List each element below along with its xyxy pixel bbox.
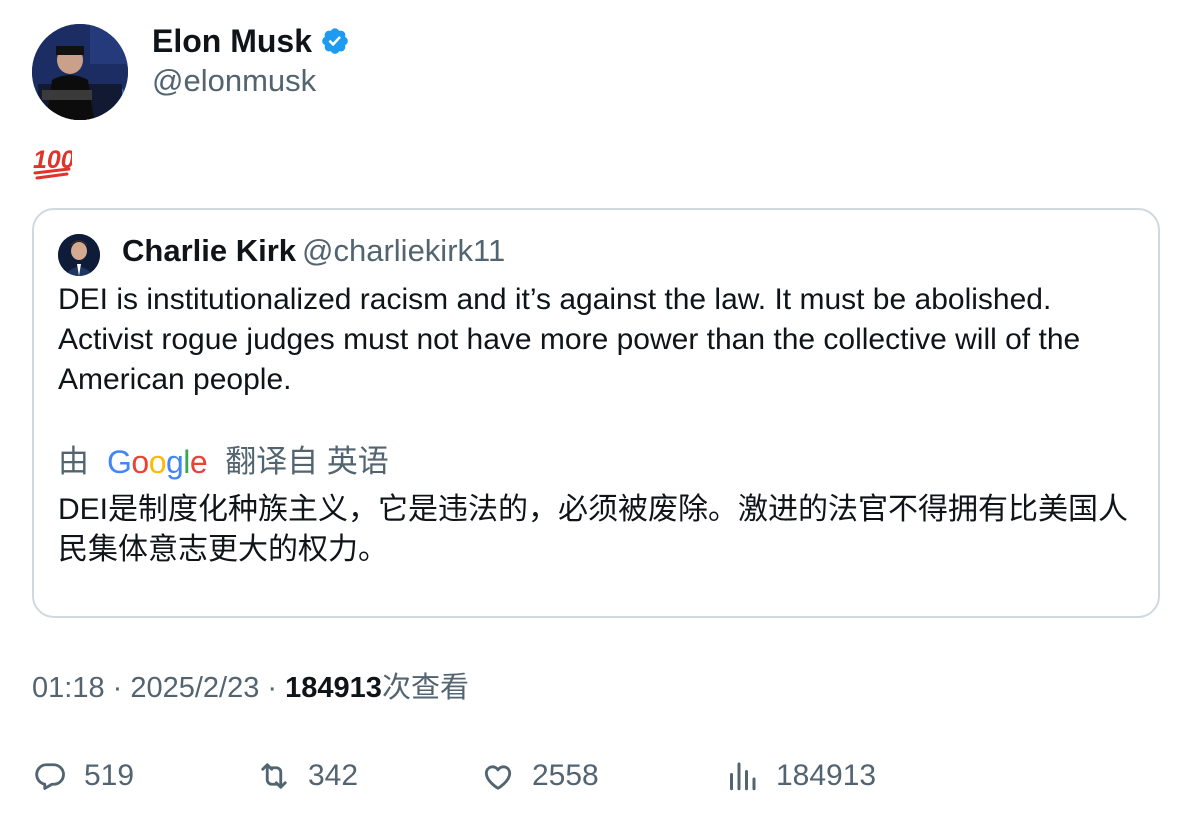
reply-icon — [35, 763, 65, 790]
author-avatar[interactable] — [32, 24, 128, 120]
author-name[interactable]: Elon Musk — [152, 22, 312, 60]
reply-count: 519 — [84, 759, 135, 792]
quoted-author-header[interactable]: Charlie Kirk @charliekirk11 — [122, 232, 505, 270]
reply-button[interactable]: 519 — [32, 754, 134, 798]
meta-separator: · — [104, 672, 131, 704]
google-logo: Google — [107, 444, 208, 480]
quoted-author-handle[interactable]: @charliekirk11 — [302, 233, 505, 268]
post-meta: 01:18 · 2025/2/23 · 184913次查看 — [32, 668, 469, 708]
post-date[interactable]: 2025/2/23 — [130, 672, 259, 704]
like-count: 2558 — [532, 759, 599, 792]
translation-prefix: 由 — [58, 444, 89, 479]
author-name-row[interactable]: Elon Musk — [152, 22, 350, 60]
hundred-points-icon: 100 — [32, 142, 75, 182]
views-count: 184913 — [776, 759, 877, 792]
like-button[interactable]: 2558 — [480, 754, 599, 798]
translation-attribution: 由 Google 翻译自 英语 — [58, 442, 389, 482]
translation-suffix: 翻译自 英语 — [225, 444, 389, 479]
repost-icon — [261, 763, 287, 789]
translated-text: DEI是制度化种族主义，它是违法的，必须被废除。激进的法官不得拥有比美国人民集体… — [58, 493, 1129, 566]
quoted-post-text: DEI is institutionalized racism and it’s… — [58, 283, 1081, 396]
view-count: 184913 — [285, 672, 382, 704]
analytics-icon — [730, 762, 756, 791]
repost-button[interactable]: 342 — [256, 754, 358, 798]
quoted-post-card[interactable]: Charlie Kirk @charliekirk11 DEI is instit… — [32, 208, 1160, 618]
quoted-author-avatar[interactable] — [58, 234, 100, 276]
meta-separator: · — [259, 672, 286, 704]
post-time[interactable]: 01:18 — [32, 672, 105, 704]
view-count-label: 次查看 — [381, 672, 469, 704]
views-button[interactable]: 184913 — [724, 754, 876, 798]
action-bar: 519 342 2558 184913 — [32, 754, 1162, 798]
quoted-author-name[interactable]: Charlie Kirk — [122, 233, 296, 268]
heart-icon — [484, 765, 512, 790]
repost-count: 342 — [308, 759, 359, 792]
verified-badge-icon — [322, 28, 348, 54]
author-handle[interactable]: @elonmusk — [152, 62, 316, 100]
